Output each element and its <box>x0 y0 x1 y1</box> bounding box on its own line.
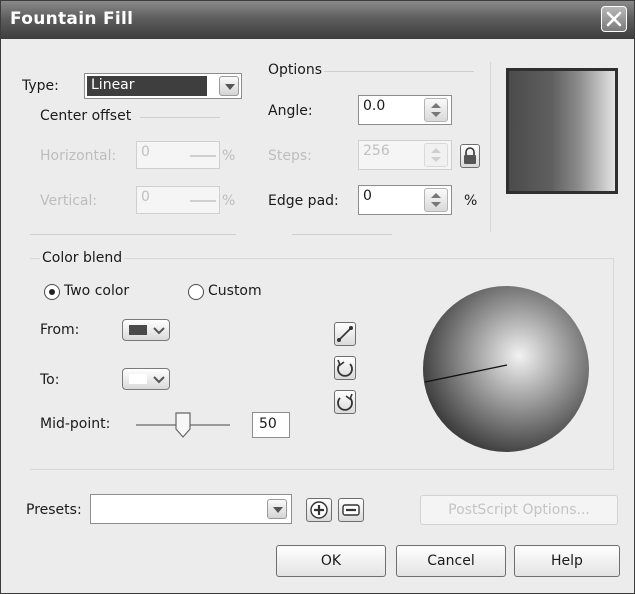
chevron-down-icon <box>153 376 165 384</box>
horizontal-label: Horizontal: <box>40 148 117 164</box>
to-color-picker[interactable] <box>122 368 170 390</box>
from-label: From: <box>40 322 80 338</box>
midpoint-slider-thumb[interactable] <box>175 412 191 438</box>
remove-preset-button[interactable] <box>338 498 364 522</box>
steps-spinner[interactable] <box>424 143 448 167</box>
ok-button[interactable]: OK <box>276 545 386 577</box>
cancel-button[interactable]: Cancel <box>396 545 506 577</box>
midpoint-label: Mid-point: <box>40 416 111 432</box>
lock-icon <box>464 147 476 164</box>
edge-pad-spinner[interactable] <box>424 188 448 212</box>
steps-value: 256 <box>363 143 390 159</box>
close-button[interactable] <box>601 6 627 32</box>
clockwise-icon <box>337 393 353 411</box>
two-color-label[interactable]: Two color <box>64 283 129 299</box>
clockwise-blend-button[interactable] <box>334 390 356 414</box>
chevron-down-icon[interactable] <box>219 76 239 96</box>
vertical-unit: % <box>222 193 236 209</box>
presets-select[interactable] <box>90 494 292 524</box>
chevron-down-icon[interactable] <box>267 499 287 519</box>
horizontal-spin-icon <box>190 155 216 157</box>
from-color-picker[interactable] <box>122 319 170 341</box>
direct-line-icon <box>337 326 353 342</box>
help-button[interactable]: Help <box>514 545 620 577</box>
options-bottom-line <box>292 234 392 235</box>
custom-radio[interactable] <box>188 284 204 300</box>
options-divider <box>324 71 474 72</box>
center-offset-bottom-line <box>30 234 236 235</box>
options-title: Options <box>268 62 323 78</box>
minus-icon <box>342 504 360 516</box>
plus-icon <box>310 501 328 519</box>
counterclockwise-icon <box>337 359 353 377</box>
vertical-label: Vertical: <box>40 193 98 209</box>
edge-pad-label: Edge pad: <box>268 193 339 209</box>
type-label: Type: <box>22 78 59 94</box>
steps-label: Steps: <box>268 148 312 164</box>
angle-value: 0.0 <box>363 98 386 114</box>
from-color-swatch <box>129 325 147 335</box>
color-blend-title: Color blend <box>40 250 125 266</box>
chevron-down-icon <box>153 327 165 335</box>
edge-pad-unit: % <box>464 193 478 209</box>
direct-blend-button[interactable] <box>334 322 356 346</box>
custom-label[interactable]: Custom <box>208 283 262 299</box>
fill-preview <box>506 68 618 194</box>
steps-lock-button[interactable] <box>460 144 480 168</box>
preview-separator <box>490 62 491 232</box>
midpoint-value: 50 <box>259 416 277 432</box>
dialog-title: Fountain Fill <box>10 9 134 29</box>
two-color-radio[interactable] <box>44 284 60 300</box>
horizontal-value: 0 <box>141 144 150 160</box>
type-select-value: Linear <box>87 76 207 96</box>
midpoint-slider[interactable] <box>136 408 230 442</box>
presets-label: Presets: <box>26 502 82 518</box>
close-icon <box>606 11 622 27</box>
type-select[interactable]: Linear <box>84 73 242 99</box>
center-offset-divider <box>140 117 220 118</box>
angle-label: Angle: <box>268 103 313 119</box>
two-color-radio-dot <box>49 289 55 295</box>
to-color-swatch <box>129 374 147 384</box>
add-preset-button[interactable] <box>306 498 332 522</box>
angle-spinner[interactable] <box>424 98 448 122</box>
midpoint-input[interactable]: 50 <box>252 412 290 438</box>
counterclockwise-blend-button[interactable] <box>334 356 356 380</box>
vertical-spin-icon <box>190 200 216 202</box>
edge-pad-value: 0 <box>363 188 372 204</box>
center-offset-title: Center offset <box>40 108 132 124</box>
color-wheel[interactable] <box>421 284 591 454</box>
horizontal-unit: % <box>222 148 236 164</box>
postscript-options-button[interactable]: PostScript Options... <box>420 495 618 525</box>
vertical-value: 0 <box>141 189 150 205</box>
to-label: To: <box>40 372 60 388</box>
